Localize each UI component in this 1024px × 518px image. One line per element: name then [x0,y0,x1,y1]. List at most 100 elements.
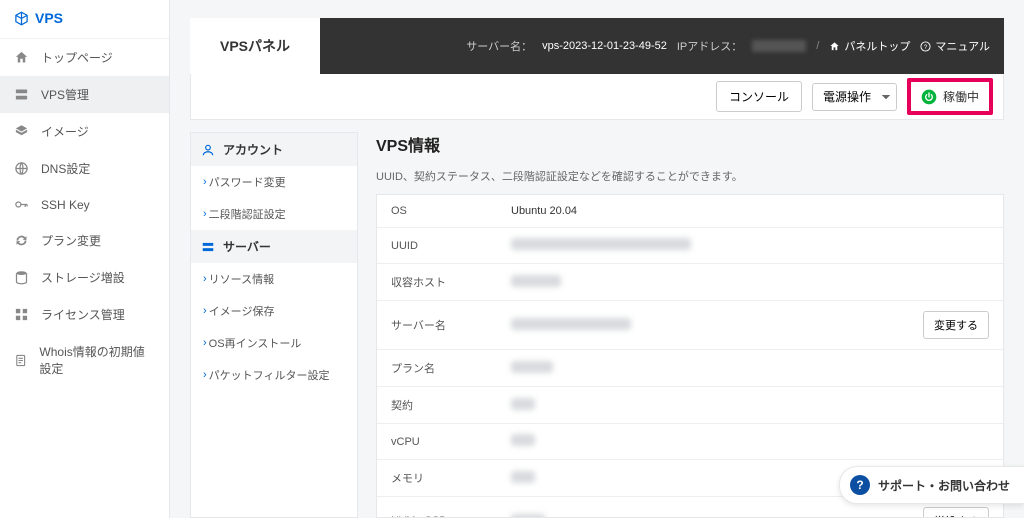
change-server-name-button[interactable]: 変更する [923,311,989,339]
sub-sidebar: アカウント ›パスワード変更 ›二段階認証設定 サーバー ›リソース情報 ›イメ… [190,132,358,518]
ip-label: IPアドレス： [677,38,742,54]
subnav-link-label: リソース情報 [209,271,274,287]
blurred-value [511,238,691,250]
nav-label: VPS管理 [41,86,89,103]
subnav-os-reinstall[interactable]: ›OS再インストール [191,327,357,359]
ip-value-blurred [752,40,806,52]
cube-icon [14,11,29,26]
document-icon [14,353,27,368]
home-small-icon [829,41,840,52]
info-description: UUID、契約ステータス、二段階認証設定などを確認することができます。 [376,168,1004,184]
info-label: OS [391,205,511,217]
home-icon [14,50,29,65]
nav-whois[interactable]: Whois情報の初期値設定 [0,333,169,387]
blurred-value [511,361,553,373]
nav-image[interactable]: イメージ [0,113,169,150]
chevron-right-icon: › [203,337,207,349]
brand-logo[interactable]: VPS [0,0,169,39]
status-highlight-box: 稼働中 [907,78,993,115]
blurred-value [511,318,631,330]
chevron-right-icon: › [203,208,207,220]
info-label: プラン名 [391,360,511,376]
info-label: メモリ [391,470,511,486]
info-value [511,361,989,376]
info-value [511,275,989,290]
subnav-link-label: 二段階認証設定 [209,206,286,222]
top-bar: VPSパネル サーバー名： vps-2023-12-01-23-49-52 IP… [190,18,1004,74]
nav-label: ライセンス管理 [41,306,125,323]
chevron-right-icon: › [203,369,207,381]
subnav-resource-info[interactable]: ›リソース情報 [191,263,357,295]
blurred-value [511,514,545,518]
nav-label: Whois情報の初期値設定 [39,343,155,377]
subnav-password-change[interactable]: ›パスワード変更 [191,166,357,198]
support-tab[interactable]: ? サポート・お問い合わせ [839,466,1024,504]
subnav-2fa[interactable]: ›二段階認証設定 [191,198,357,230]
refresh-icon [14,233,29,248]
manual-text: マニュアル [935,38,990,54]
info-row-uuid: UUID [377,228,1003,264]
nav-label: SSH Key [41,198,90,212]
info-label: vCPU [391,436,511,448]
blurred-value [511,398,535,410]
info-value [511,514,923,518]
server-name-label: サーバー名： [466,38,532,54]
nav-label: DNS設定 [41,160,90,177]
nav-label: イメージ [41,123,89,140]
subnav-server-head: サーバー [191,230,357,263]
content-area: アカウント ›パスワード変更 ›二段階認証設定 サーバー ›リソース情報 ›イメ… [170,120,1024,518]
nav-label: ストレージ増設 [41,269,125,286]
subnav-image-save[interactable]: ›イメージ保存 [191,295,357,327]
info-row-os: OS Ubuntu 20.04 [377,195,1003,228]
info-row-vcpu: vCPU [377,424,1003,460]
nav-plan-change[interactable]: プラン変更 [0,222,169,259]
separator: / [816,40,819,52]
panel-top-link[interactable]: パネルトップ [829,38,910,54]
question-icon: ? [850,475,870,495]
info-value [511,434,989,449]
info-row-contract: 契約 [377,387,1003,424]
chevron-right-icon: › [203,273,207,285]
chevron-right-icon: › [203,305,207,317]
status-running: 稼働中 [913,84,987,109]
subnav-server-label: サーバー [223,238,271,255]
info-value [511,398,989,413]
power-select[interactable]: 電源操作 [812,83,897,111]
subnav-account-head: アカウント [191,133,357,166]
server-small-icon [201,240,215,254]
account-icon [201,143,215,157]
nav-top-page[interactable]: トップページ [0,39,169,76]
blurred-value [511,471,535,483]
svg-text:?: ? [924,44,928,50]
panel-top-text: パネルトップ [844,38,910,54]
topbar-right: サーバー名： vps-2023-12-01-23-49-52 IPアドレス： /… [466,38,1004,54]
subnav-packet-filter[interactable]: ›パケットフィルター設定 [191,359,357,391]
support-text: サポート・お問い合わせ [878,477,1010,494]
chevron-right-icon: › [203,176,207,188]
brand-text: VPS [35,10,63,26]
nav-license[interactable]: ライセンス管理 [0,296,169,333]
nav-vps-manage[interactable]: VPS管理 [0,76,169,113]
console-button[interactable]: コンソール [716,81,802,112]
nav-storage[interactable]: ストレージ増設 [0,259,169,296]
nav-dns[interactable]: DNS設定 [0,150,169,187]
database-icon [14,270,29,285]
expand-storage-button[interactable]: 増設する [923,507,989,518]
info-title: VPS情報 [376,132,1004,156]
info-value: Ubuntu 20.04 [511,205,989,217]
nav-ssh-key[interactable]: SSH Key [0,187,169,222]
main-content: VPSパネル サーバー名： vps-2023-12-01-23-49-52 IP… [170,0,1024,518]
manual-link[interactable]: ? マニュアル [920,38,990,54]
subnav-link-label: OS再インストール [209,335,302,351]
info-value [511,318,923,333]
action-row: コンソール 電源操作 稼働中 [190,74,1004,120]
grid-icon [14,307,29,322]
help-icon: ? [920,41,931,52]
subnav-link-label: イメージ保存 [209,303,275,319]
nav-label: プラン変更 [41,232,101,249]
info-label: 収容ホスト [391,274,511,290]
subnav-link-label: パケットフィルター設定 [209,367,330,383]
info-value [511,238,989,253]
subnav-link-label: パスワード変更 [209,174,286,190]
info-label: 契約 [391,397,511,413]
